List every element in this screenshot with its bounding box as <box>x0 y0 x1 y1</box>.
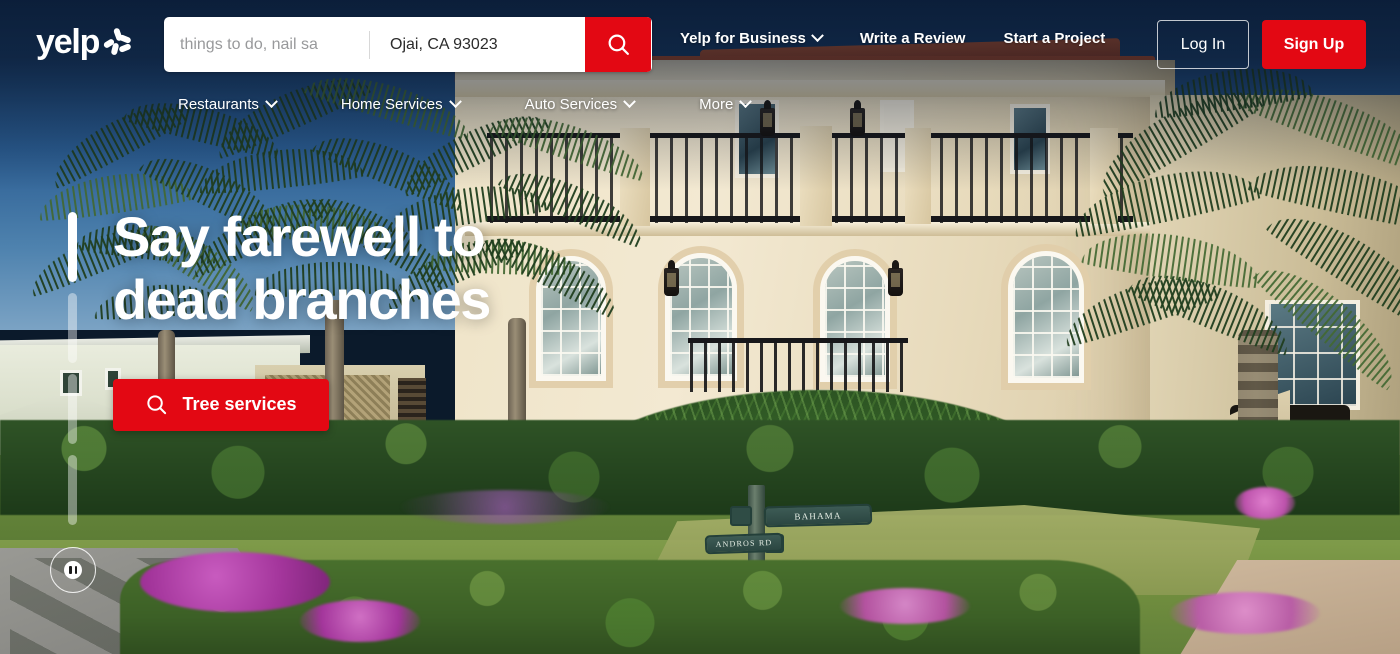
pause-icon <box>64 561 82 579</box>
top-nav-label: Yelp for Business <box>680 30 806 47</box>
category-nav-item-home-services[interactable]: Home Services <box>340 94 462 113</box>
top-nav-item-start-a-project[interactable]: Start a Project <box>1003 30 1105 47</box>
top-nav-label: Start a Project <box>1003 30 1106 47</box>
carousel-slide-indicators <box>68 212 77 525</box>
yelp-wordmark: yelp <box>36 23 100 61</box>
wall-lamp <box>664 260 679 296</box>
chevron-down-icon <box>265 94 278 108</box>
lower-balcony-railing <box>690 340 905 392</box>
hedge-texture <box>0 420 1400 515</box>
yelp-burst-icon <box>102 27 132 56</box>
bougainvillea-flowers <box>1170 592 1320 634</box>
search-bar <box>164 17 652 72</box>
bougainvillea-flowers <box>1235 487 1295 519</box>
category-nav-item-auto-services[interactable]: Auto Services <box>524 94 636 113</box>
search-submit-button[interactable] <box>585 17 651 72</box>
top-nav-label: Write a Review <box>859 30 966 47</box>
chevron-down-icon <box>811 29 824 43</box>
category-nav: Restaurants Home Services Auto Services … <box>0 86 1400 122</box>
hero-headline-line2: dead branches <box>113 268 491 332</box>
balcony-pillar <box>800 126 832 226</box>
chevron-down-icon <box>623 94 636 108</box>
bougainvillea-flowers <box>300 600 420 642</box>
lavender-border <box>400 490 610 524</box>
search-location-input[interactable] <box>370 17 585 72</box>
category-label: Restaurants <box>178 95 259 113</box>
log-in-button[interactable]: Log In <box>1157 20 1249 69</box>
carousel-indicator-3[interactable] <box>68 374 77 444</box>
street-sign-bahama: BAHAMA <box>763 503 873 528</box>
lower-railing-top <box>688 338 908 343</box>
category-nav-item-restaurants[interactable]: Restaurants <box>178 94 278 113</box>
top-nav-item-write-a-review[interactable]: Write a Review <box>860 30 966 47</box>
top-nav-item-yelp-for-business[interactable]: Yelp for Business <box>680 29 824 47</box>
villa-arched-window <box>1008 251 1084 383</box>
street-sign-andros: ANDROS RD <box>704 532 784 555</box>
top-nav-links: Yelp for Business Write a Review Start a… <box>680 29 1143 47</box>
bougainvillea-flowers <box>140 552 330 612</box>
carousel-indicator-4[interactable] <box>68 455 77 525</box>
chevron-down-icon <box>448 94 462 108</box>
category-label: Home Services <box>340 95 443 113</box>
yelp-logo[interactable]: yelp <box>36 25 132 59</box>
bougainvillea-flowers <box>840 588 970 624</box>
search-icon <box>147 395 167 415</box>
hero-content: Say farewell to dead branches Tree servi… <box>113 205 491 431</box>
sign-plaque <box>730 506 752 526</box>
hero-headline-line1: Say farewell to <box>113 205 486 268</box>
cta-label: Tree services <box>182 394 297 415</box>
site-header: yelp Yelp for Business Write a Review St… <box>0 0 1400 90</box>
wall-lamp <box>888 260 903 296</box>
tree-services-cta-button[interactable]: Tree services <box>113 378 329 431</box>
chevron-down-icon <box>739 94 753 108</box>
carousel-indicator-2[interactable] <box>68 293 77 363</box>
category-label: Auto Services <box>524 95 618 113</box>
category-label: More <box>699 95 734 113</box>
category-nav-item-more[interactable]: More <box>699 94 753 113</box>
carousel-playback-toggle[interactable] <box>50 547 96 593</box>
sign-up-button[interactable]: Sign Up <box>1262 20 1366 69</box>
search-find-input[interactable] <box>164 17 369 72</box>
balcony-pillar <box>905 128 931 224</box>
search-icon <box>608 34 629 55</box>
carousel-indicator-1[interactable] <box>68 212 77 282</box>
